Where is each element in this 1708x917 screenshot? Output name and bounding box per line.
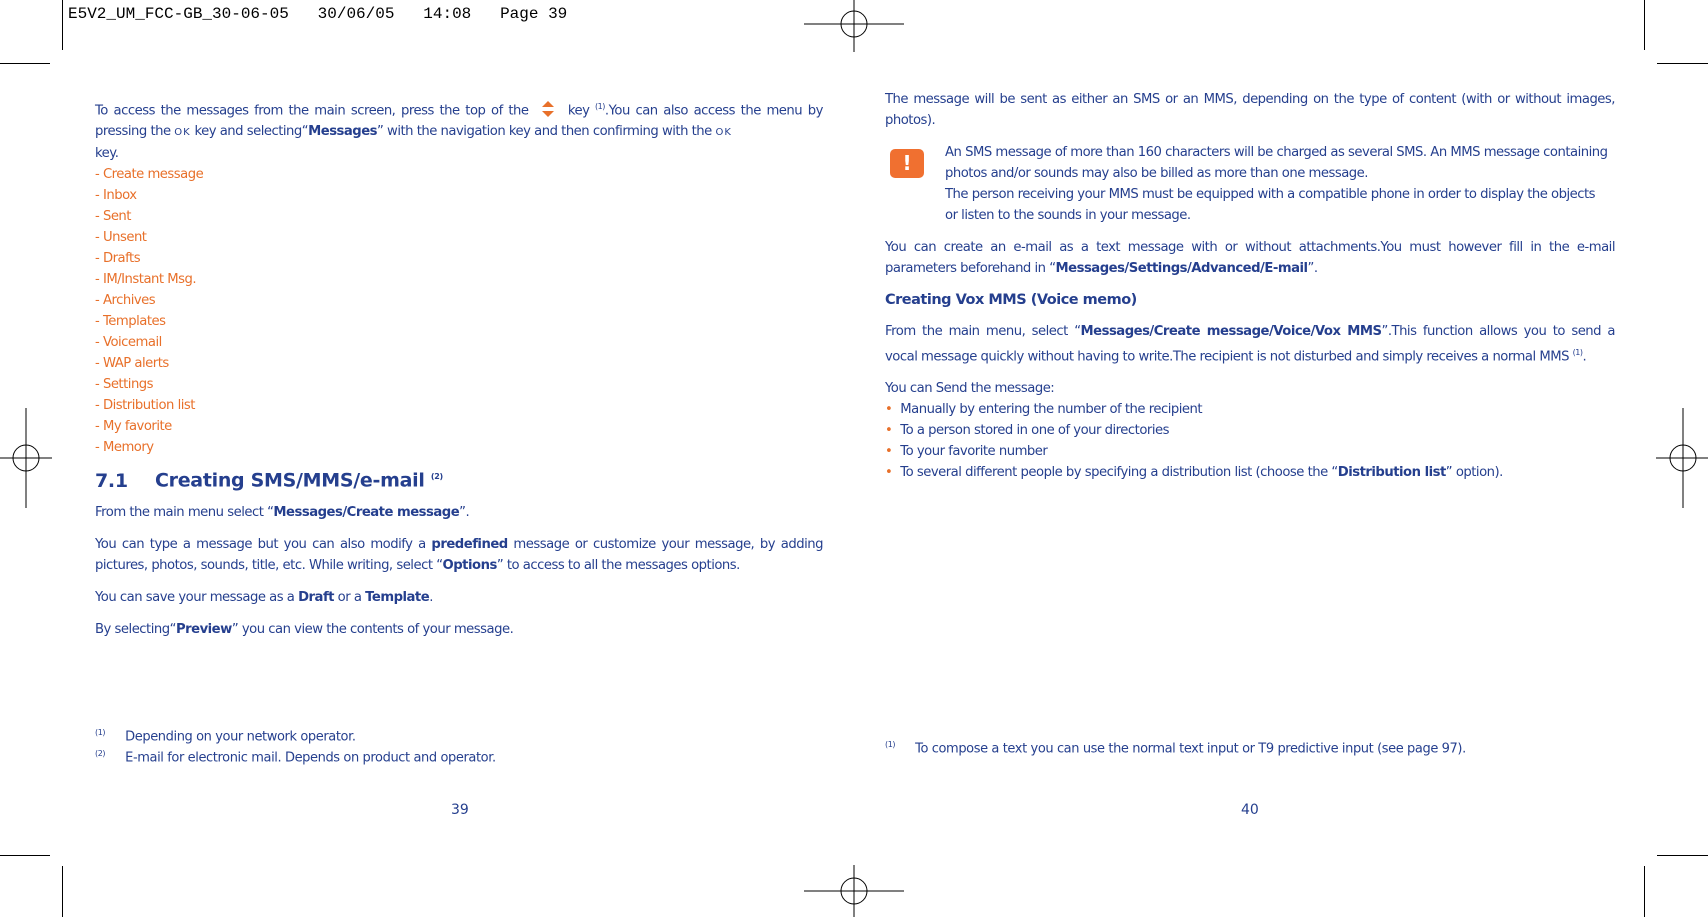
list-item: - WAP alerts [95,356,169,372]
text: . [429,589,433,605]
registration-mark-icon [0,408,52,508]
paragraph: By selecting“Preview” you can view the c… [95,619,823,640]
send-options-list: Manually by entering the number of the r… [885,399,1615,483]
footnote: (2) E-mail for electronic mail. Depends o… [95,749,496,765]
section-number: 7.1 [95,469,128,492]
bold-text: Draft [298,589,334,605]
paragraph: You can create an e-mail as a text messa… [885,237,1616,279]
page-number: 40 [1241,802,1259,818]
paragraph: You can Send the message: [885,381,1055,397]
list-item: - Settings [95,377,154,393]
crop-mark [1644,866,1645,917]
bold-text: Options [442,557,498,573]
left-page-content: To access the messages from the main scr… [95,96,824,651]
crop-mark [62,0,63,50]
text: key [567,103,590,119]
footnote: (1) Depending on your network operator. [95,728,356,744]
list-item: - IM/Instant Msg. [95,272,197,288]
warning-note: An SMS message of more than 160 characte… [945,142,1610,226]
footnote-ref: (1) [595,102,605,111]
footnote-text: Depending on your network operator. [125,729,356,745]
footnote-mark: (1) [885,740,896,749]
bold-text: Messages/Create message [273,504,460,520]
registration-mark-icon [804,865,904,917]
list-item: To several different people by specifyin… [885,462,1615,483]
bold-text: Messages [308,124,378,140]
footnote-ref: (2) [430,472,443,482]
text: ”. [1307,261,1319,276]
warning-text: The person receiving your MMS must be eq… [945,187,1596,223]
list-item: - Voicemail [95,335,162,351]
text: To several different people by specifyin… [900,465,1338,481]
crop-mark [1657,855,1708,856]
bold-text: Distribution list [1337,465,1447,481]
ok-key-icon: OK [715,127,732,139]
paragraph: From the main menu select “Messages/Crea… [95,502,823,523]
registration-mark-icon [1656,408,1708,508]
list-item: - Unsent [95,230,147,246]
paragraph: You can type a message but you can also … [95,534,824,576]
list-item: To a person stored in one of your direct… [885,420,1615,441]
crop-mark [0,63,50,64]
list-item: - Archives [95,293,156,309]
list-item: Manually by entering the number of the r… [885,399,1615,420]
paragraph: From the main menu, select “Messages/Cre… [885,321,1616,367]
crop-mark [0,855,50,856]
text: ” with the navigation key and then confi… [377,124,712,140]
warning-text: An SMS message of more than 160 characte… [945,145,1608,181]
text: You can type a message but you can also … [95,536,432,552]
crop-mark [1657,63,1708,64]
footnote-text: E-mail for electronic mail. Depends on p… [125,750,496,766]
text: ” option). [1445,465,1504,481]
page-number: 39 [451,802,469,818]
list-item: - My favorite [95,419,172,435]
text: ” to access to all the messages options. [496,557,741,573]
bold-text: Template [365,589,430,605]
list-item: - Memory [95,440,154,456]
text: ” you can view the contents of your mess… [231,621,514,637]
paragraph: You can save your message as a Draft or … [95,587,823,608]
footnote-ref: (1) [1572,348,1583,357]
text: To access the messages from the main scr… [95,103,529,119]
text: key. [95,146,119,162]
print-header: E5V2_UM_FCC-GB_30-06-05 30/06/05 14:08 P… [68,5,568,23]
list-item: To your favorite number [885,441,1615,462]
text: By selecting“ [95,621,176,637]
list-item: - Inbox [95,188,137,204]
right-page-content: The message will be sent as either an SM… [885,89,1616,483]
footnote-mark: (2) [95,749,106,758]
section-heading: 7.1 Creating SMS/MMS/e-mail (2) [95,466,823,491]
list-item: - Create message [95,167,204,183]
navigation-key-icon [542,101,555,118]
text: ”. [459,504,470,520]
list-item: - Templates [95,314,166,330]
text: You can save your message as a [95,589,299,605]
ok-key-icon: OK [174,127,191,139]
crop-mark [62,866,63,917]
footnote-mark: (1) [95,728,106,737]
registration-mark-icon [804,0,904,52]
bold-text: predefined [431,536,508,552]
text: From the main menu select “ [95,504,274,520]
subsection-heading: Creating Vox MMS (Voice memo) [885,292,1137,308]
messages-menu-list: - Create message - Inbox - Sent - Unsent… [95,164,823,458]
bold-text: Preview [175,621,232,637]
text: From the main menu, select “ [885,324,1081,339]
section-title: Creating SMS/MMS/e-mail [155,469,425,492]
list-item: - Sent [95,209,131,225]
footnote: (1) To compose a text you can use the nor… [885,740,1466,756]
intro-paragraph: To access the messages from the main scr… [95,96,823,164]
footnote-text: To compose a text you can use the normal… [915,741,1466,757]
paragraph: The message will be sent as either an SM… [885,92,1616,128]
bold-text: Messages/Settings/Advanced/E-mail [1055,261,1309,276]
list-item: - Distribution list [95,398,195,414]
text: . [1582,349,1587,365]
list-item: - Drafts [95,251,141,267]
text: key and selecting“ [194,124,309,140]
bold-text: Messages/Create message/Voice/Vox MMS [1080,324,1382,339]
text: or a [333,589,366,605]
crop-mark [1644,0,1645,50]
